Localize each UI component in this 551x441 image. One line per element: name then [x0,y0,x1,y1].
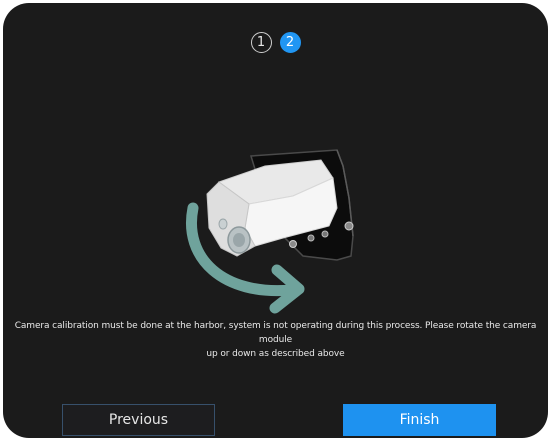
step-2-active: 2 [279,32,301,53]
instruction-line-1: Camera calibration must be done at the h… [14,321,537,345]
screw [307,234,315,242]
previous-button[interactable]: Previous [62,404,215,436]
calibration-instructions: Camera calibration must be done at the h… [7,319,544,361]
calibration-dialog: 1 2 Camera calibration must be done at t… [3,3,548,438]
screw [289,240,297,248]
screw [344,221,354,231]
screw [321,230,329,238]
instruction-line-2: up or down as described above [206,349,345,359]
step-1: 1 [250,32,272,53]
finish-button[interactable]: Finish [343,404,496,436]
camera-module-rotation-illustration [186,149,354,314]
step-indicator: 1 2 [3,32,548,53]
